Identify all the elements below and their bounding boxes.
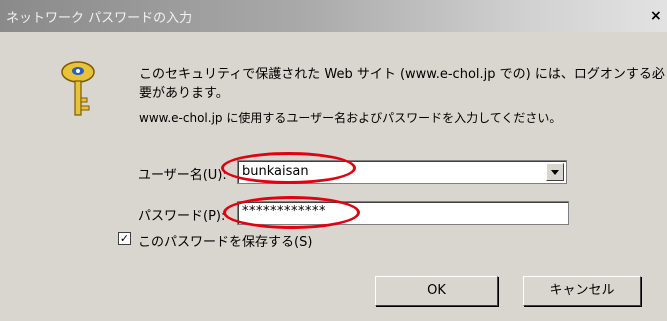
- password-value[interactable]: ************: [242, 204, 326, 219]
- chevron-down-icon[interactable]: [546, 163, 564, 181]
- message-line-2: 要があります。: [139, 86, 229, 101]
- username-combobox[interactable]: bunkaisan: [237, 160, 567, 184]
- ok-button[interactable]: OK: [375, 276, 498, 306]
- key-icon: [61, 61, 95, 116]
- dialog-title: ネットワーク パスワードの入力: [6, 11, 193, 26]
- save-password-label[interactable]: このパスワードを保存する(S): [138, 231, 312, 250]
- save-password-checkbox[interactable]: ✓: [118, 232, 131, 245]
- close-icon[interactable]: ×: [650, 8, 667, 24]
- cancel-button[interactable]: キャンセル: [523, 276, 641, 306]
- title-bar: ネットワーク パスワードの入力 ×: [0, 0, 667, 32]
- password-label: パスワード(P):: [138, 209, 226, 224]
- message-line-1: このセキュリティで保護された Web サイト (www.e-chol.jp での…: [139, 67, 665, 82]
- password-field[interactable]: ************: [237, 201, 569, 225]
- username-label: ユーザー名(U):: [138, 168, 227, 183]
- message-line-3: www.e-chol.jp に使用するユーザー名およびパスワードを入力してくださ…: [139, 111, 562, 125]
- username-value[interactable]: bunkaisan: [242, 164, 309, 179]
